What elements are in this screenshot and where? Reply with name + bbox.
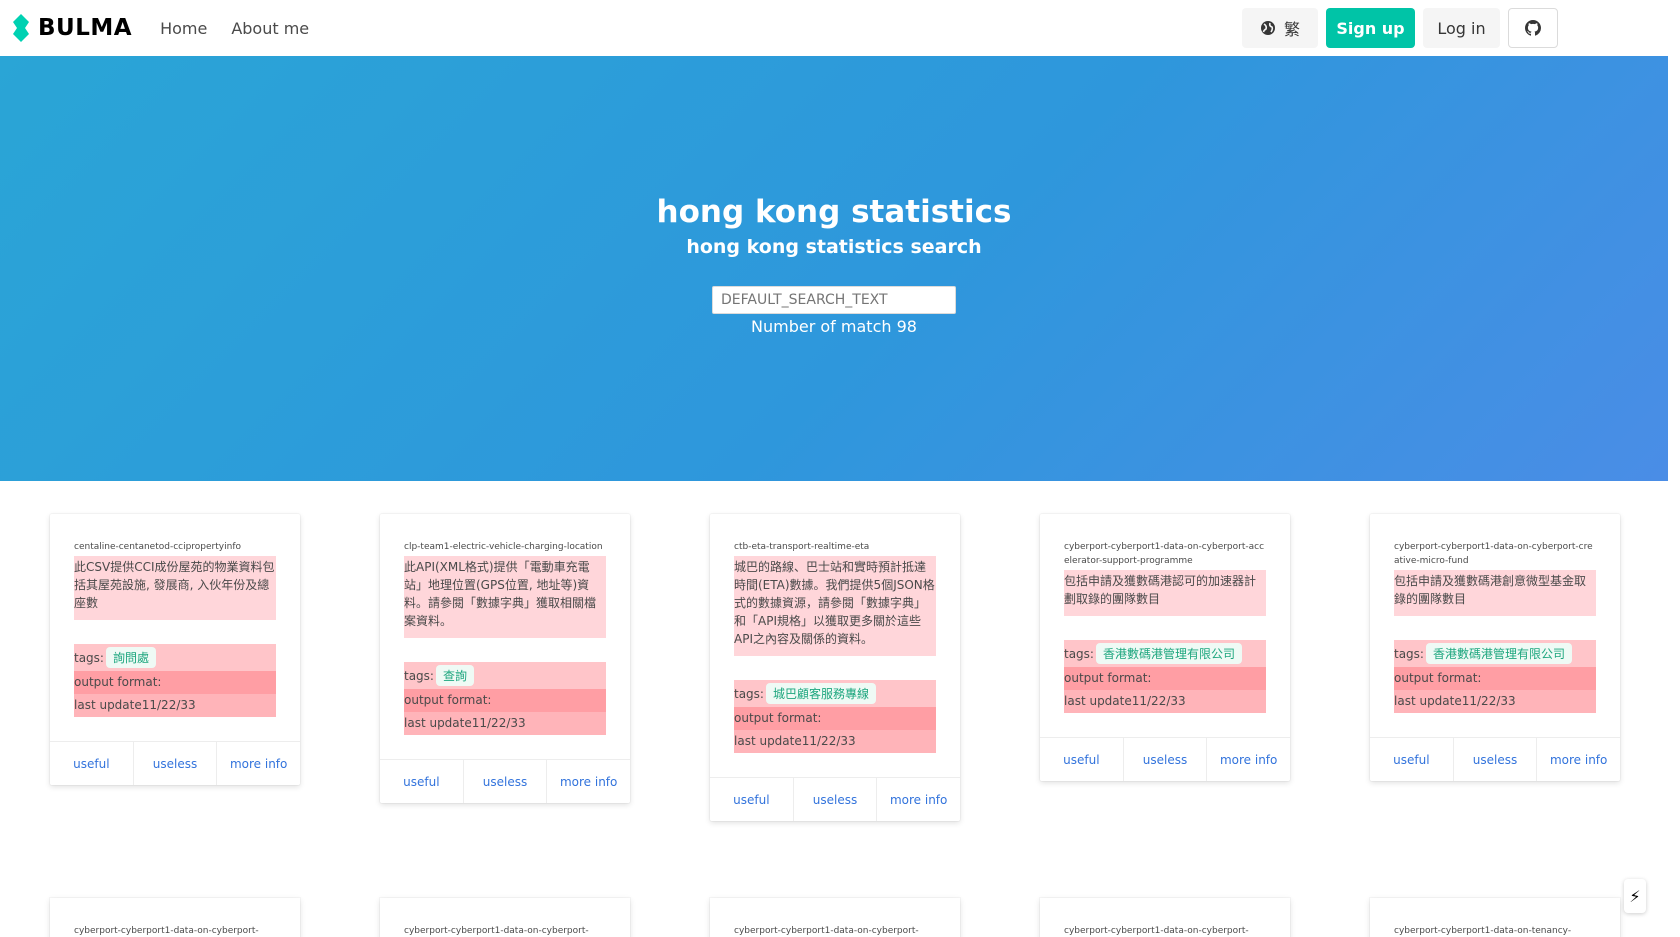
useless-button[interactable]: useless [1124,738,1208,781]
card-last-update: last update11/22/33 [1064,690,1266,713]
card-tags: tags: 詢問處 [74,644,276,671]
hero-section: hong kong statistics hong kong statistic… [0,56,1668,481]
card-description: 包括申請及獲數碼港認可的加速器計劃取錄的團隊數目 [1064,570,1266,616]
scrollbar-track[interactable] [1668,56,1680,937]
card-output-format: output format: [734,707,936,730]
useful-button[interactable]: useful [50,742,134,785]
card-title: cyberport-cyberport1-data-on-cyberport- [74,926,259,936]
nav-about-link[interactable]: About me [231,19,309,38]
tag-badge[interactable]: 查詢 [435,665,474,686]
card-tags: tags: 香港數碼港管理有限公司 [1064,640,1266,667]
card-title: ctb-eta-transport-realtime-eta [734,542,870,552]
more-info-button[interactable]: more info [877,778,960,821]
card-tags: tags: 城巴顧客服務專線 [734,680,936,707]
card-footer: useful useless more info [380,759,630,803]
useful-button[interactable]: useful [1040,738,1124,781]
tag-badge[interactable]: 香港數碼港管理有限公司 [1095,643,1242,664]
useless-button[interactable]: useless [134,742,218,785]
hero-title: hong kong statistics [656,194,1012,230]
nav-home-link[interactable]: Home [160,19,207,38]
card-output-format: output format: [1064,667,1266,690]
useless-button[interactable]: useless [794,778,878,821]
login-button[interactable]: Log in [1423,8,1500,48]
card-tags: tags: 香港數碼港管理有限公司 [1394,640,1596,667]
card-title: clp-team1-electric-vehicle-charging-loca… [404,542,603,552]
brand[interactable]: BULMA [12,0,132,56]
more-info-button[interactable]: more info [1207,738,1290,781]
card-description: 城巴的路線、巴士站和實時預計抵達時間(ETA)數據。我們提供5個JSON格式的數… [734,556,936,656]
dataset-card: cyberport-cyberport1-data-on-cyberport- [710,898,960,937]
useful-button[interactable]: useful [1370,738,1454,781]
tags-label: tags: [74,650,104,665]
useful-button[interactable]: useful [380,760,464,803]
card-title: cyberport-cyberport1-data-on-cyberport- [404,926,589,936]
globe-icon [1260,21,1275,35]
dataset-card: ctb-eta-transport-realtime-eta 城巴的路線、巴士站… [710,514,960,821]
card-output-format: output format: [74,671,276,694]
card-last-update: last update11/22/33 [404,712,606,735]
card-title: cyberport-cyberport1-data-on-cyberport-c… [1394,542,1593,566]
language-label: 繁 [1283,20,1300,39]
useful-button[interactable]: useful [710,778,794,821]
tag-badge[interactable]: 詢問處 [105,647,156,668]
tags-label: tags: [1394,646,1424,661]
card-footer: useful useless more info [1040,737,1290,781]
dataset-card: cyberport-cyberport1-data-on-cyberport- [1040,898,1290,937]
tags-label: tags: [1064,646,1094,661]
card-footer: useful useless more info [50,741,300,785]
signup-button[interactable]: Sign up [1326,8,1415,48]
more-info-button[interactable]: more info [547,760,630,803]
header-actions: 繁 Sign up Log in [1242,8,1558,48]
card-last-update: last update11/22/33 [734,730,936,753]
card-title: cyberport-cyberport1-data-on-cyberport- [1064,926,1249,936]
floating-action-button[interactable]: ⚡ [1624,879,1646,913]
card-footer: useful useless more info [1370,737,1620,781]
match-count: Number of match 98 [751,317,917,336]
dataset-card: centaline-centanetod-ccipropertyinfo 此CS… [50,514,300,785]
dataset-card: cyberport-cyberport1-data-on-cyberport-c… [1370,514,1620,781]
tag-badge[interactable]: 香港數碼港管理有限公司 [1425,643,1572,664]
dataset-card: cyberport-cyberport1-data-on-cyberport- [380,898,630,937]
card-title: centaline-centanetod-ccipropertyinfo [74,542,241,552]
card-tags: tags: 查詢 [404,662,606,689]
bulma-logo-icon [13,14,29,42]
hero-subtitle: hong kong statistics search [686,236,982,258]
card-title: cyberport-cyberport1-data-on-tenancy- [1394,926,1572,936]
card-description: 包括申請及獲數碼港創意微型基金取錄的團隊數目 [1394,570,1596,616]
card-title: cyberport-cyberport1-data-on-cyberport-a… [1064,542,1265,566]
github-button[interactable] [1508,8,1558,48]
dataset-card: clp-team1-electric-vehicle-charging-loca… [380,514,630,803]
language-button[interactable]: 繁 [1242,8,1318,48]
useless-button[interactable]: useless [464,760,548,803]
brand-name: BULMA [38,15,133,41]
search-input[interactable] [712,286,956,314]
github-icon [1525,20,1541,36]
card-title: cyberport-cyberport1-data-on-cyberport- [734,926,919,936]
card-description: 此API(XML格式)提供「電動車充電站」地理位置(GPS位置, 地址等)資料。… [404,556,606,638]
card-last-update: last update11/22/33 [1394,690,1596,713]
tags-label: tags: [404,668,434,683]
card-last-update: last update11/22/33 [74,694,276,717]
more-info-button[interactable]: more info [1537,738,1620,781]
card-footer: useful useless more info [710,777,960,821]
dataset-card: cyberport-cyberport1-data-on-cyberport-a… [1040,514,1290,781]
card-output-format: output format: [1394,667,1596,690]
lightning-icon: ⚡ [1629,886,1641,906]
card-description: 此CSV提供CCI成份屋苑的物業資料包括其屋苑設施, 發展商, 入伙年份及總座數 [74,556,276,620]
more-info-button[interactable]: more info [217,742,300,785]
top-navbar: BULMA Home About me 繁 Sign up Log in [0,0,1680,56]
tags-label: tags: [734,686,764,701]
dataset-card: cyberport-cyberport1-data-on-cyberport- [50,898,300,937]
useless-button[interactable]: useless [1454,738,1538,781]
tag-badge[interactable]: 城巴顧客服務專線 [765,683,876,704]
card-output-format: output format: [404,689,606,712]
dataset-card: cyberport-cyberport1-data-on-tenancy- [1370,898,1620,937]
